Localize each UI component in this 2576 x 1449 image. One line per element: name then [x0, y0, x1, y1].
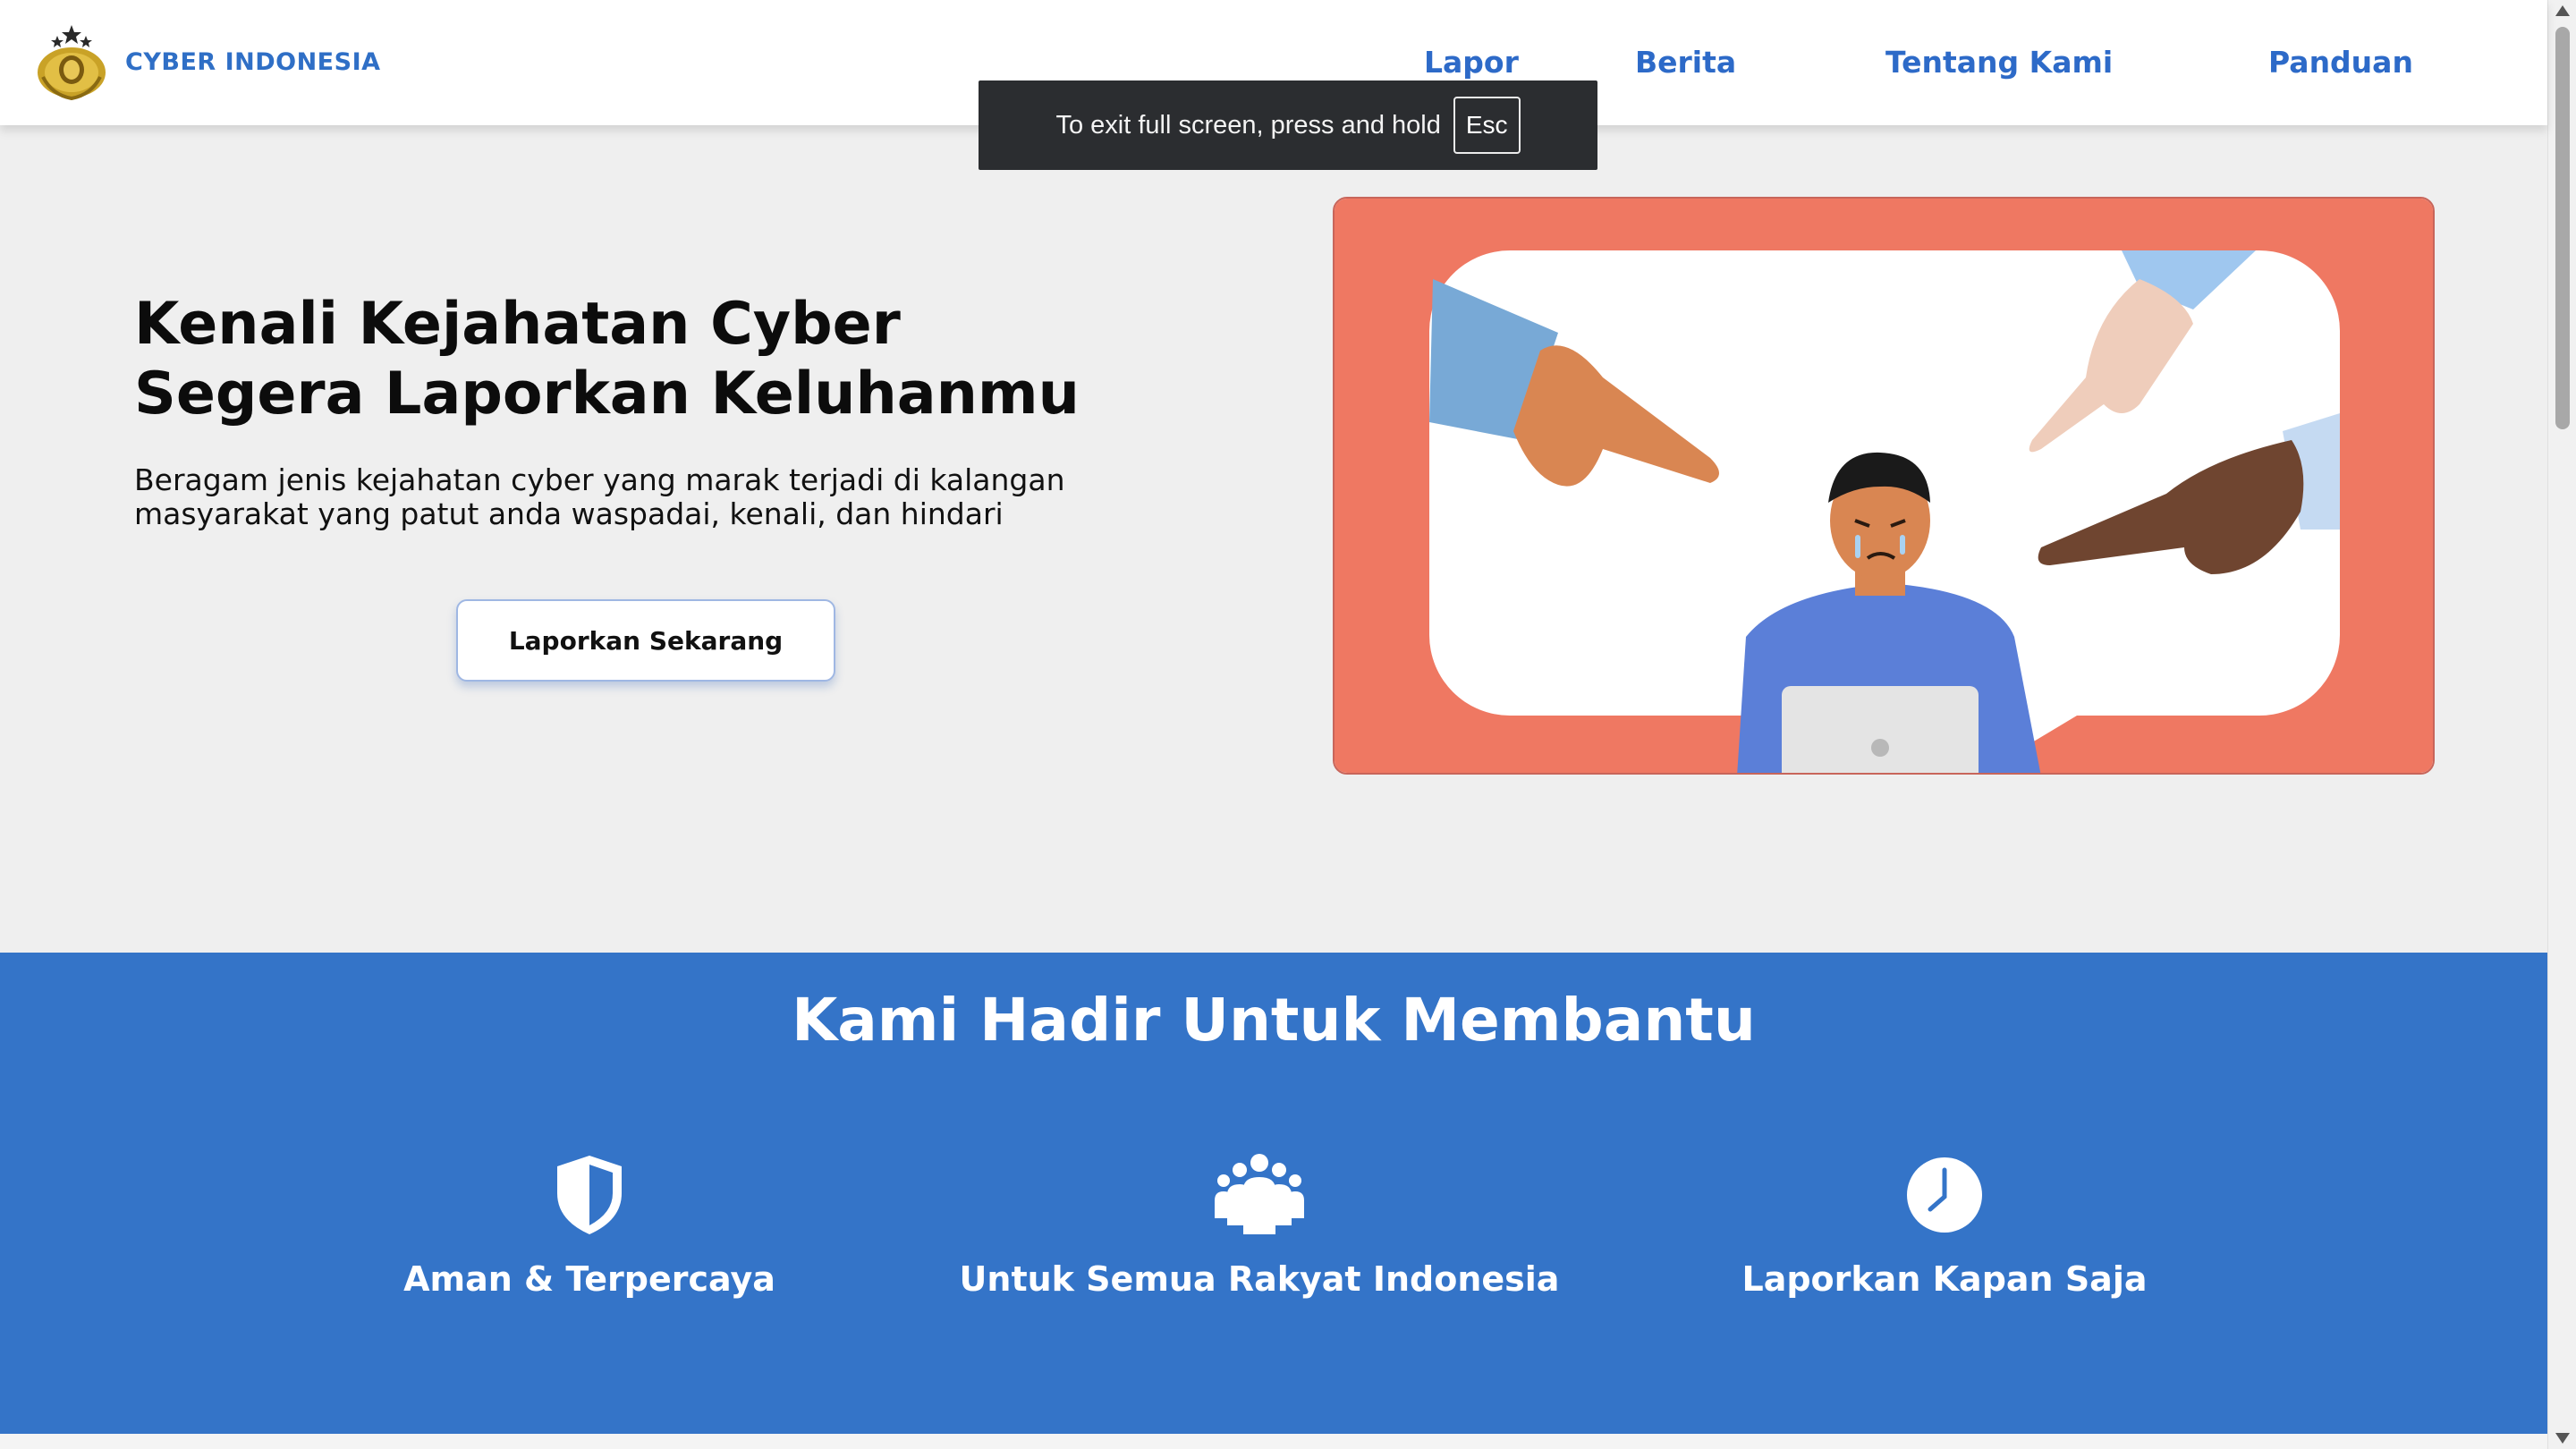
feature-anytime: Laporkan Kapan Saja — [1605, 1154, 2284, 1299]
esc-key-badge: Esc — [1453, 97, 1521, 154]
brand-name[interactable]: CYBER INDONESIA — [125, 48, 381, 76]
nav-link-tentang-kami[interactable]: Tentang Kami — [1885, 45, 2113, 80]
fullscreen-exit-toast: To exit full screen, press and hold Esc — [979, 80, 1597, 170]
scroll-down-arrow-icon[interactable] — [2555, 1433, 2570, 1444]
fullscreen-toast-text: To exit full screen, press and hold — [1055, 110, 1441, 140]
hero-title: Kenali Kejahatan Cyber Segera Laporkan K… — [134, 290, 1297, 429]
nav-link-berita[interactable]: Berita — [1635, 45, 1736, 80]
hero-title-line-1: Kenali Kejahatan Cyber — [134, 291, 901, 358]
hero-subtitle: Beragam jenis kejahatan cyber yang marak… — [134, 462, 1065, 531]
scrollbar-thumb[interactable] — [2555, 27, 2570, 429]
feature-all-people: Untuk Semua Rakyat Indonesia — [919, 1154, 1599, 1299]
hero-title-line-2: Segera Laporkan Keluhanmu — [134, 360, 1080, 428]
page-footer-edge — [0, 1434, 2547, 1449]
feature-label-all-people: Untuk Semua Rakyat Indonesia — [959, 1259, 1560, 1299]
report-now-button[interactable]: Laporkan Sekarang — [456, 599, 835, 682]
feature-label-anytime: Laporkan Kapan Saja — [1741, 1259, 2148, 1299]
people-group-icon — [1215, 1154, 1304, 1234]
nav-link-lapor[interactable]: Lapor — [1424, 45, 1519, 80]
nav-link-panduan[interactable]: Panduan — [2268, 45, 2413, 80]
blamed-person-illustration — [1333, 197, 2435, 775]
vertical-scrollbar[interactable] — [2547, 0, 2576, 1449]
feature-label-safe: Aman & Terpercaya — [403, 1259, 775, 1299]
help-section-title: Kami Hadir Untuk Membantu — [792, 986, 1756, 1055]
scroll-up-arrow-icon[interactable] — [2555, 5, 2570, 16]
clock-icon — [1907, 1157, 1982, 1233]
shield-icon — [557, 1156, 622, 1234]
police-emblem-icon[interactable] — [34, 23, 109, 100]
feature-safe: Aman & Terpercaya — [250, 1154, 929, 1299]
